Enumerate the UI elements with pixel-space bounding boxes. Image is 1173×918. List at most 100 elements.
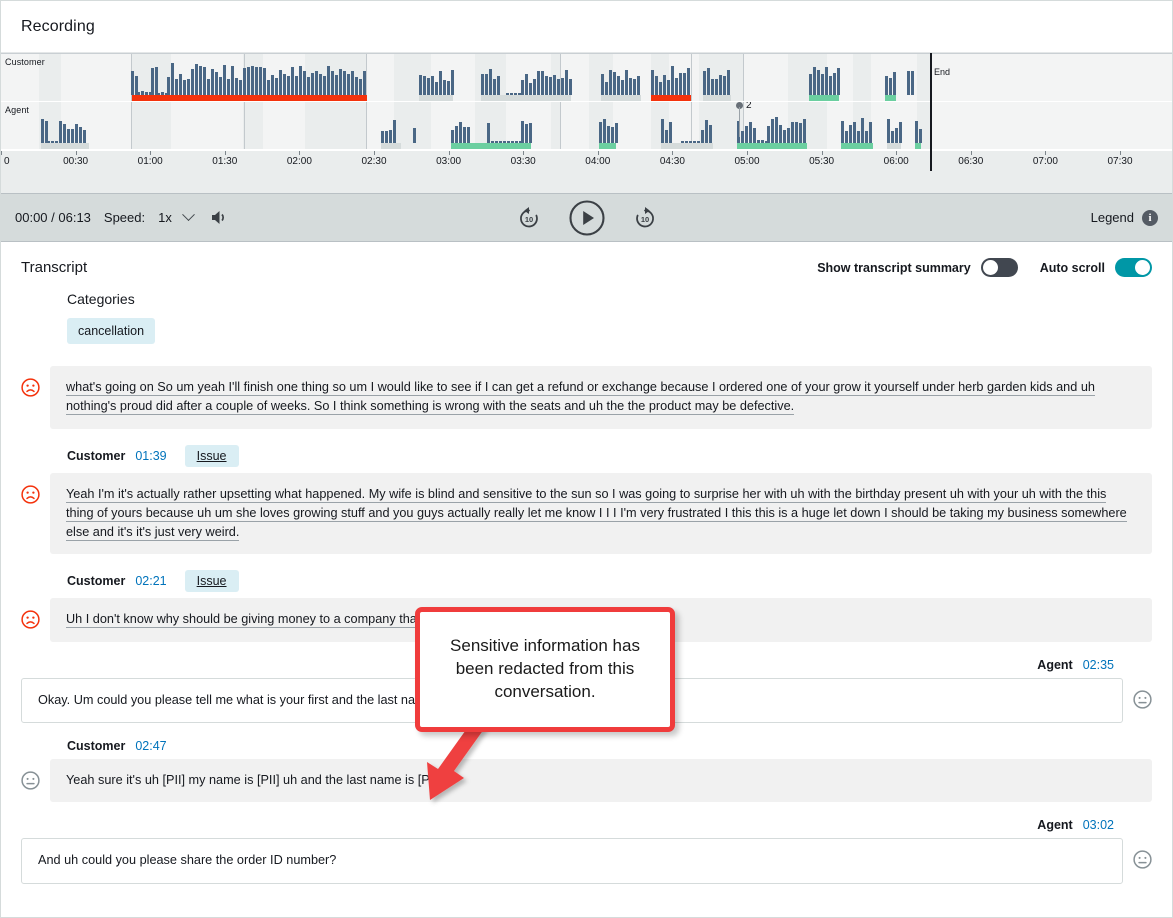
waveform-bar xyxy=(315,71,318,95)
waveform-bar xyxy=(671,66,674,95)
waveform-bar xyxy=(451,130,454,143)
page-title: Recording xyxy=(21,18,95,36)
axis-tick xyxy=(896,151,897,155)
axis-tick-label: 0 xyxy=(4,156,10,167)
waveform-bar xyxy=(553,75,556,95)
waveform-bar xyxy=(283,74,286,95)
annotation-marker[interactable]: 2 xyxy=(736,102,752,111)
waveform-bar xyxy=(481,74,484,95)
axis-tick xyxy=(822,151,823,155)
sentiment-segment-positive[interactable] xyxy=(451,143,531,149)
message-meta: Customer02:21Issue xyxy=(67,570,1152,592)
forward-10-icon[interactable]: 10 xyxy=(632,205,658,231)
message-bubble[interactable]: Yeah sure it's uh [PII] my name is [PII]… xyxy=(50,759,1152,802)
axis-tick-label: 06:00 xyxy=(884,156,909,167)
waveform-shade xyxy=(930,54,1172,101)
axis-tick xyxy=(971,151,972,155)
sentiment-segment-neutral[interactable] xyxy=(41,143,89,149)
sentiment-segment-neutral[interactable] xyxy=(887,143,901,149)
legend-control[interactable]: Legend i xyxy=(1091,210,1158,226)
waveform-bar xyxy=(607,126,610,143)
show-transcript-summary-switch[interactable] xyxy=(981,258,1018,277)
waveform-bar xyxy=(711,79,714,95)
message-timestamp[interactable]: 02:21 xyxy=(135,574,166,588)
waveform-bar xyxy=(625,70,628,95)
message-badge-issue[interactable]: Issue xyxy=(185,570,239,592)
waveform-bar xyxy=(615,123,618,143)
waveform-bar xyxy=(633,79,636,95)
sentiment-segment-negative[interactable] xyxy=(651,95,691,101)
message-timestamp[interactable]: 03:02 xyxy=(1083,818,1114,832)
waveform-bar xyxy=(609,70,612,95)
waveform-bar xyxy=(753,128,756,143)
timeline-axis[interactable]: 000:3001:0001:3002:0002:3003:0003:3004:0… xyxy=(1,150,1172,173)
sentiment-icon-negative xyxy=(21,378,40,397)
sentiment-segment-positive[interactable] xyxy=(915,143,921,149)
axis-tick-label: 02:00 xyxy=(287,156,312,167)
waveform-bar xyxy=(727,70,730,95)
sentiment-segment-neutral[interactable] xyxy=(661,143,713,149)
sentiment-segment-neutral[interactable] xyxy=(703,95,731,101)
waveform-bar xyxy=(679,73,682,95)
waveform-bar xyxy=(813,67,816,95)
axis-tick-label: 04:00 xyxy=(585,156,610,167)
waveform-panel[interactable]: Customer Agent 2 End 000:3001:0001:3002:… xyxy=(1,53,1172,194)
sentiment-segment-positive[interactable] xyxy=(599,143,616,149)
category-chip-cancellation[interactable]: cancellation xyxy=(67,318,155,344)
sentiment-segment-positive[interactable] xyxy=(809,95,839,101)
sentiment-segment-neutral[interactable] xyxy=(419,95,453,101)
auto-scroll-toggle-group[interactable]: Auto scroll xyxy=(1040,258,1152,277)
waveform-bar xyxy=(327,66,330,95)
message-timestamp[interactable]: 02:47 xyxy=(135,739,166,753)
waveform-bar xyxy=(443,80,446,95)
rewind-10-icon[interactable]: 10 xyxy=(516,205,542,231)
axis-tick xyxy=(449,151,450,155)
sentiment-segment-positive[interactable] xyxy=(885,95,896,101)
svg-text:10: 10 xyxy=(640,215,648,224)
message-timestamp[interactable]: 01:39 xyxy=(135,449,166,463)
waveform-bar xyxy=(41,119,44,143)
waveform-lane-agent[interactable]: Agent 2 xyxy=(1,102,1172,150)
waveform-bar xyxy=(895,128,898,143)
waveform-bar xyxy=(637,76,640,95)
axis-tick xyxy=(225,151,226,155)
waveform-bar xyxy=(413,128,416,143)
waveform-bar xyxy=(675,78,678,95)
sentiment-segment-neutral[interactable] xyxy=(381,143,401,149)
waveform-bar xyxy=(701,130,704,143)
message-bubble[interactable]: what's going on So um yeah I'll finish o… xyxy=(50,366,1152,429)
waveform-bar xyxy=(667,80,670,95)
play-button[interactable] xyxy=(568,199,606,237)
waveform-bar xyxy=(669,122,672,143)
message-badge-issue[interactable]: Issue xyxy=(185,445,239,467)
waveform-bar xyxy=(549,77,552,95)
waveform-bar xyxy=(629,78,632,95)
waveform-lane-customer[interactable]: Customer xyxy=(1,53,1172,102)
info-icon[interactable]: i xyxy=(1142,210,1158,226)
sentiment-segment-negative[interactable] xyxy=(244,95,367,101)
waveform-bar xyxy=(521,121,524,143)
message-timestamp[interactable]: 02:35 xyxy=(1083,658,1114,672)
message-bubble[interactable]: Yeah I'm it's actually rather upsetting … xyxy=(50,473,1152,555)
message-text: Yeah sure it's uh [PII] my name is [PII]… xyxy=(66,773,444,787)
axis-tick-label: 03:00 xyxy=(436,156,461,167)
auto-scroll-label: Auto scroll xyxy=(1040,261,1105,275)
waveform-bar xyxy=(779,125,782,143)
sentiment-segment-neutral[interactable] xyxy=(481,95,521,101)
sentiment-segment-positive[interactable] xyxy=(841,143,873,149)
sentiment-segment-neutral[interactable] xyxy=(601,95,641,101)
sentiment-segment-neutral[interactable] xyxy=(521,95,571,101)
waveform-bar xyxy=(247,67,250,95)
waveform-bar xyxy=(171,63,174,95)
auto-scroll-switch[interactable] xyxy=(1115,258,1152,277)
waveform-bar xyxy=(561,78,564,95)
message-bubble[interactable]: And uh could you please share the order … xyxy=(21,838,1123,883)
callout-box: Sensitive information has been redacted … xyxy=(415,607,675,732)
sentiment-segment-negative[interactable] xyxy=(132,95,244,101)
waveform-bar xyxy=(621,80,624,95)
sentiment-segment-positive[interactable] xyxy=(737,143,807,149)
waveform-bar xyxy=(393,120,396,143)
axis-tick-label: 06:30 xyxy=(958,156,983,167)
show-transcript-summary-toggle-group[interactable]: Show transcript summary xyxy=(817,258,1018,277)
sentiment-icon-neutral xyxy=(1133,850,1152,869)
